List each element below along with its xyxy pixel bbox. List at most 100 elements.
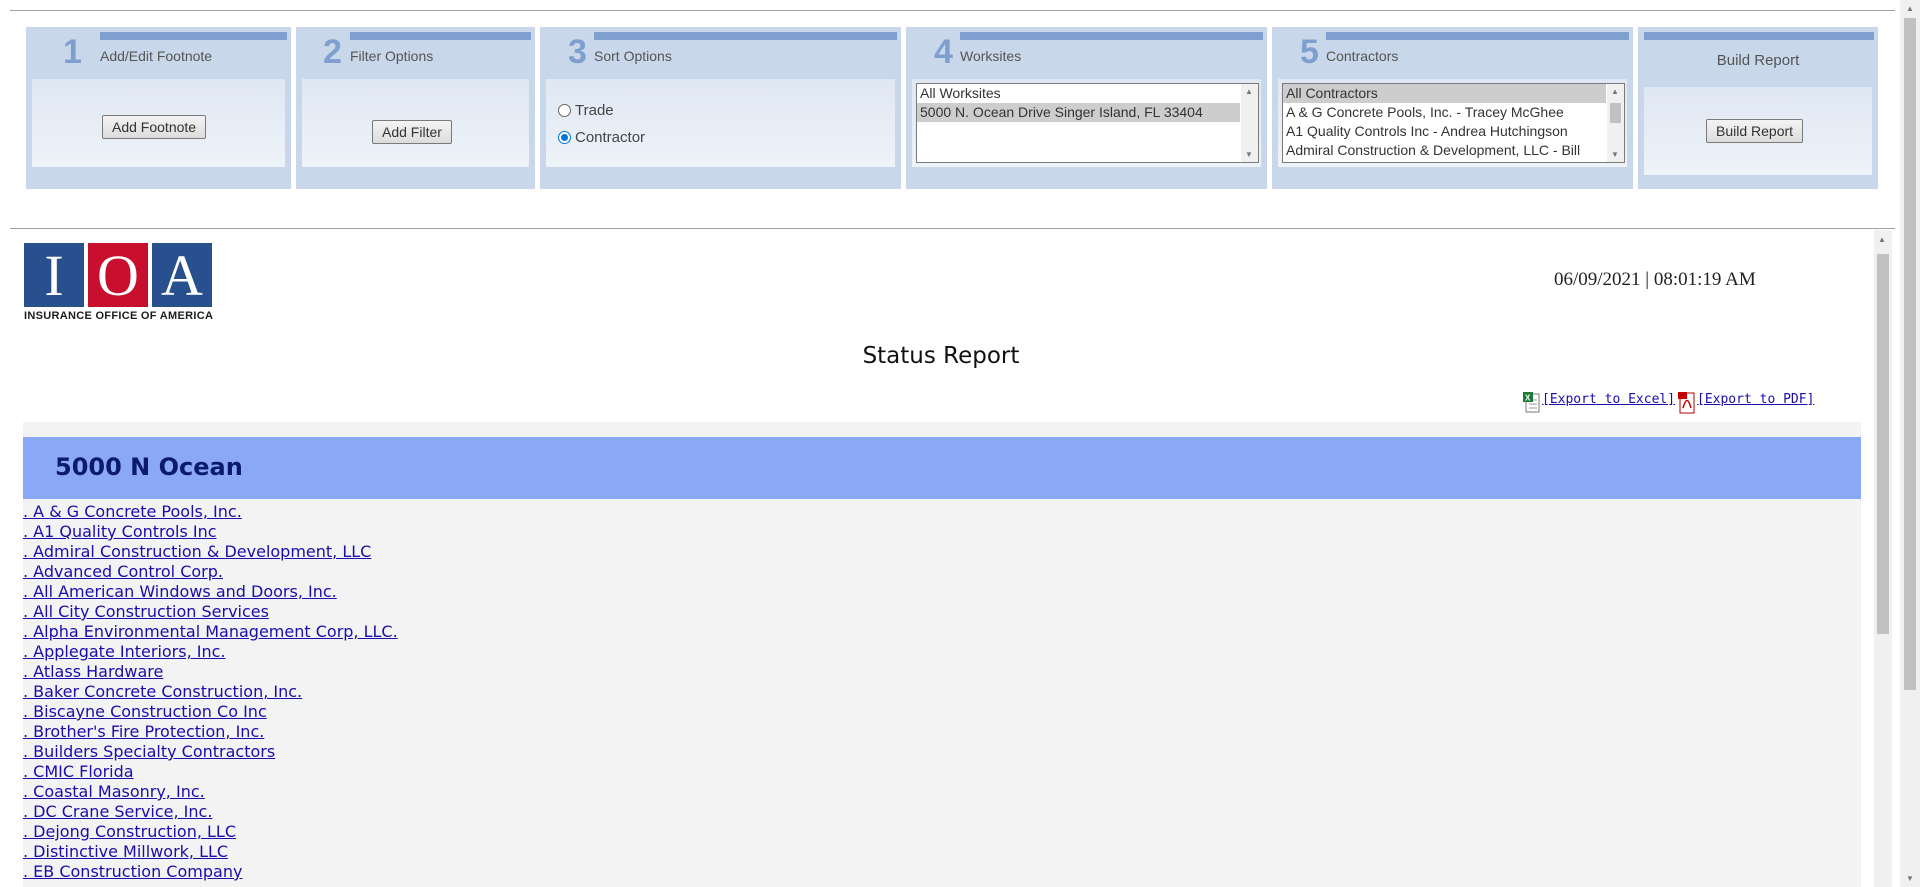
contractor-link[interactable]: . All American Windows and Doors, Inc. — [23, 582, 398, 602]
add-filter-button[interactable]: Add Filter — [372, 120, 452, 144]
contractor-link[interactable]: . Admiral Construction & Development, LL… — [23, 542, 398, 562]
contractors-listbox[interactable]: All Contractors A & G Concrete Pools, In… — [1282, 83, 1625, 163]
step-number: 5 — [1300, 33, 1319, 71]
contractor-link[interactable]: . Brother's Fire Protection, Inc. — [23, 722, 398, 742]
step-bar — [1326, 32, 1629, 40]
scroll-up-icon[interactable]: ▲ — [1611, 87, 1619, 96]
contractor-link[interactable]: . Applegate Interiors, Inc. — [23, 642, 398, 662]
contractor-option[interactable]: Admiral Construction & Development, LLC … — [1283, 141, 1624, 160]
step-title: Filter Options — [350, 48, 434, 64]
export-pdf-label[interactable]: [Export to PDF] — [1697, 392, 1814, 407]
excel-icon: X — [1523, 392, 1540, 413]
step-build-report: Build Report Build Report — [1638, 27, 1878, 189]
step-worksites: 4 Worksites All Worksites 5000 N. Ocean … — [906, 27, 1267, 189]
listbox-scrollbar[interactable]: ▲ ▼ — [1241, 84, 1258, 162]
worksite-option-selected[interactable]: 5000 N. Ocean Drive Singer Island, FL 33… — [917, 103, 1240, 122]
worksite-header: 5000 N Ocean — [23, 437, 1861, 499]
ioa-logo: I O A INSURANCE OFFICE OF AMERICA — [24, 243, 214, 322]
contractor-option[interactable]: A1 Quality Controls Inc - Andrea Hutchin… — [1283, 122, 1624, 141]
worksite-option[interactable]: All Worksites — [917, 84, 1258, 103]
step-bar — [350, 32, 531, 40]
step-title: Sort Options — [594, 48, 672, 64]
step-title: Worksites — [960, 48, 1022, 64]
report-builder-panel: 1 Add/Edit Footnote Add Footnote 2 Filte… — [10, 10, 1895, 230]
scroll-down-icon[interactable]: ▼ — [1245, 150, 1253, 159]
contractor-link[interactable]: . Baker Concrete Construction, Inc. — [23, 682, 398, 702]
contractor-link[interactable]: . EB Construction Company — [23, 862, 398, 882]
logo-subtitle: INSURANCE OFFICE OF AMERICA — [24, 310, 214, 322]
worksite-name: 5000 N Ocean — [55, 453, 243, 481]
contractor-link[interactable]: . Builders Specialty Contractors — [23, 742, 398, 762]
step-number: 4 — [934, 33, 953, 71]
contractor-link[interactable]: . Distinctive Millwork, LLC — [23, 842, 398, 862]
step-footnote: 1 Add/Edit Footnote Add Footnote — [26, 27, 291, 189]
report-timestamp: 06/09/2021 | 08:01:19 AM — [1554, 269, 1756, 290]
contractor-link[interactable]: . Alpha Environmental Management Corp, L… — [23, 622, 398, 642]
logo-letters: I O A — [24, 243, 214, 308]
step-contractors: 5 Contractors All Contractors A & G Conc… — [1272, 27, 1633, 189]
contractor-link[interactable]: . Dejong Construction, LLC — [23, 822, 398, 842]
step-title: Contractors — [1326, 48, 1399, 64]
contractor-link[interactable]: . A & G Concrete Pools, Inc. — [23, 502, 398, 522]
sort-trade-radio[interactable]: Trade — [558, 102, 614, 119]
step-bar — [1644, 32, 1874, 40]
radio-circle[interactable] — [558, 131, 571, 144]
add-footnote-button[interactable]: Add Footnote — [102, 115, 207, 139]
pdf-icon — [1678, 392, 1695, 414]
step-body: Build Report — [1644, 87, 1872, 175]
scroll-up-icon[interactable]: ▲ — [1245, 87, 1253, 96]
scroll-down-icon[interactable]: ▼ — [1906, 874, 1914, 883]
step-number: 1 — [63, 33, 82, 71]
logo-letter: I — [24, 243, 84, 308]
step-bar — [960, 32, 1263, 40]
scroll-thumb[interactable] — [1904, 18, 1916, 690]
contractor-link[interactable]: . All City Construction Services — [23, 602, 398, 622]
logo-letter: A — [152, 243, 212, 308]
step-body: Trade Contractor — [546, 79, 895, 167]
step-body: Add Filter — [302, 79, 529, 167]
build-report-button[interactable]: Build Report — [1706, 119, 1804, 143]
contractor-link[interactable]: . Biscayne Construction Co Inc — [23, 702, 398, 722]
radio-circle[interactable] — [558, 104, 571, 117]
report-scrollbar[interactable]: ▲ — [1874, 230, 1892, 887]
radio-label: Trade — [575, 102, 614, 119]
contractor-option[interactable]: A & G Concrete Pools, Inc. - Tracey McGh… — [1283, 103, 1624, 122]
contractor-link[interactable]: . DC Crane Service, Inc. — [23, 802, 398, 822]
sort-contractor-radio[interactable]: Contractor — [558, 129, 645, 146]
contractor-link[interactable]: . A1 Quality Controls Inc — [23, 522, 398, 542]
window-scrollbar[interactable]: ▲ ▼ — [1900, 0, 1920, 887]
wizard-steps: 1 Add/Edit Footnote Add Footnote 2 Filte… — [26, 27, 1894, 189]
step-filter: 2 Filter Options Add Filter — [296, 27, 535, 189]
scroll-thumb[interactable] — [1610, 103, 1621, 123]
contractor-list: . A & G Concrete Pools, Inc. . A1 Qualit… — [23, 502, 398, 882]
export-excel-link[interactable]: X [Export to Excel] — [1523, 392, 1675, 414]
report-frame: I O A INSURANCE OFFICE OF AMERICA 06/09/… — [10, 229, 1895, 887]
step-bar — [100, 32, 287, 40]
report-title: Status Report — [862, 343, 1020, 369]
step-title: Add/Edit Footnote — [100, 48, 213, 64]
export-excel-label[interactable]: [Export to Excel] — [1542, 392, 1675, 407]
step-body: Add Footnote — [32, 79, 285, 167]
contractor-link[interactable]: . CMIC Florida — [23, 762, 398, 782]
contractor-option-selected[interactable]: All Contractors — [1283, 84, 1606, 103]
worksites-listbox[interactable]: All Worksites 5000 N. Ocean Drive Singer… — [916, 83, 1259, 163]
export-pdf-link[interactable]: [Export to PDF] — [1678, 392, 1814, 414]
scroll-thumb[interactable] — [1877, 254, 1889, 634]
step-number: 2 — [323, 33, 342, 71]
contractor-link[interactable]: . Atlass Hardware — [23, 662, 398, 682]
step-sort: 3 Sort Options Trade Contractor — [540, 27, 901, 189]
listbox-scrollbar[interactable]: ▲ ▼ — [1607, 84, 1624, 162]
svg-text:X: X — [1525, 394, 1531, 403]
logo-letter: O — [88, 243, 148, 308]
scroll-down-icon[interactable]: ▼ — [1611, 150, 1619, 159]
contractor-link[interactable]: . Coastal Masonry, Inc. — [23, 782, 398, 802]
contractor-link[interactable]: . Advanced Control Corp. — [23, 562, 398, 582]
step-number: 3 — [568, 33, 587, 71]
scroll-up-icon[interactable]: ▲ — [1906, 4, 1914, 13]
step-title: Build Report — [1716, 52, 1800, 69]
step-body: All Contractors A & G Concrete Pools, In… — [1278, 79, 1627, 167]
radio-label: Contractor — [575, 129, 646, 146]
step-body: All Worksites 5000 N. Ocean Drive Singer… — [912, 79, 1261, 167]
step-bar — [594, 32, 897, 40]
scroll-up-icon[interactable]: ▲ — [1878, 235, 1886, 244]
